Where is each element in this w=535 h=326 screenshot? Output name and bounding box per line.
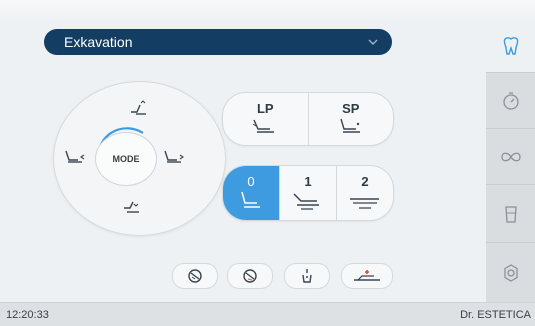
cup-filler-button[interactable]	[284, 263, 330, 289]
last-position-icon	[252, 119, 275, 133]
brand-label: Dr. ESTETICA	[460, 309, 531, 321]
chair-up-icon	[131, 100, 146, 115]
sp-button[interactable]: SP	[309, 93, 394, 145]
no-water-button[interactable]	[172, 263, 218, 289]
infinity-icon	[500, 152, 521, 162]
backrest-down-button[interactable]	[61, 145, 91, 167]
status-bar: 12:20:33 Dr. ESTETICA	[0, 302, 535, 326]
no-water-icon	[188, 269, 202, 283]
settings-icon	[503, 264, 518, 282]
memory-position-group: 0 1 2	[222, 165, 394, 221]
chair-up-button[interactable]	[124, 97, 154, 119]
memory-position-2-button[interactable]: 2	[337, 166, 393, 220]
chair-upright-icon	[241, 191, 260, 208]
sidebar-item-timer[interactable]	[486, 72, 535, 129]
memory-position-0-label: 0	[247, 174, 255, 189]
patient-light-button[interactable]	[341, 263, 393, 289]
chevron-down-icon	[368, 37, 378, 48]
backrest-down-icon	[65, 150, 85, 163]
cup-icon	[504, 206, 517, 223]
sidebar-item-cup[interactable]	[486, 184, 535, 243]
sp-label: SP	[342, 101, 360, 116]
mode-label: MODE	[112, 154, 140, 164]
program-select[interactable]: Exkavation	[44, 29, 392, 55]
sidebar	[486, 20, 535, 303]
sidebar-item-infinity[interactable]	[486, 128, 535, 185]
lp-sp-group: LP SP	[222, 92, 394, 146]
spittoon-position-icon	[340, 118, 360, 133]
lp-button[interactable]: LP	[223, 93, 309, 145]
cup-filler-icon	[302, 269, 312, 283]
no-spray-button[interactable]	[227, 263, 273, 289]
lp-label: LP	[256, 101, 274, 116]
chair-flat-icon	[350, 198, 379, 209]
program-label: Exkavation	[64, 34, 133, 50]
clock: 12:20:33	[6, 309, 49, 321]
memory-position-0-button[interactable]: 0	[223, 166, 280, 220]
sidebar-item-treatment[interactable]	[486, 20, 535, 72]
chair-down-button[interactable]	[117, 196, 147, 218]
memory-position-1-button[interactable]: 1	[280, 166, 337, 220]
sidebar-item-settings[interactable]	[486, 242, 535, 303]
tooth-icon	[503, 37, 518, 55]
memory-position-2-label: 2	[361, 174, 369, 189]
mode-button[interactable]: MODE	[95, 132, 157, 186]
timer-icon	[502, 92, 519, 110]
no-spray-icon	[243, 269, 257, 283]
backrest-up-icon	[164, 150, 184, 163]
chair-reclined-icon	[293, 193, 319, 210]
memory-position-1-label: 1	[304, 174, 312, 189]
backrest-up-button[interactable]	[160, 145, 190, 167]
chair-down-icon	[124, 201, 139, 213]
top-bar	[0, 0, 535, 20]
patient-light-icon	[354, 270, 380, 281]
